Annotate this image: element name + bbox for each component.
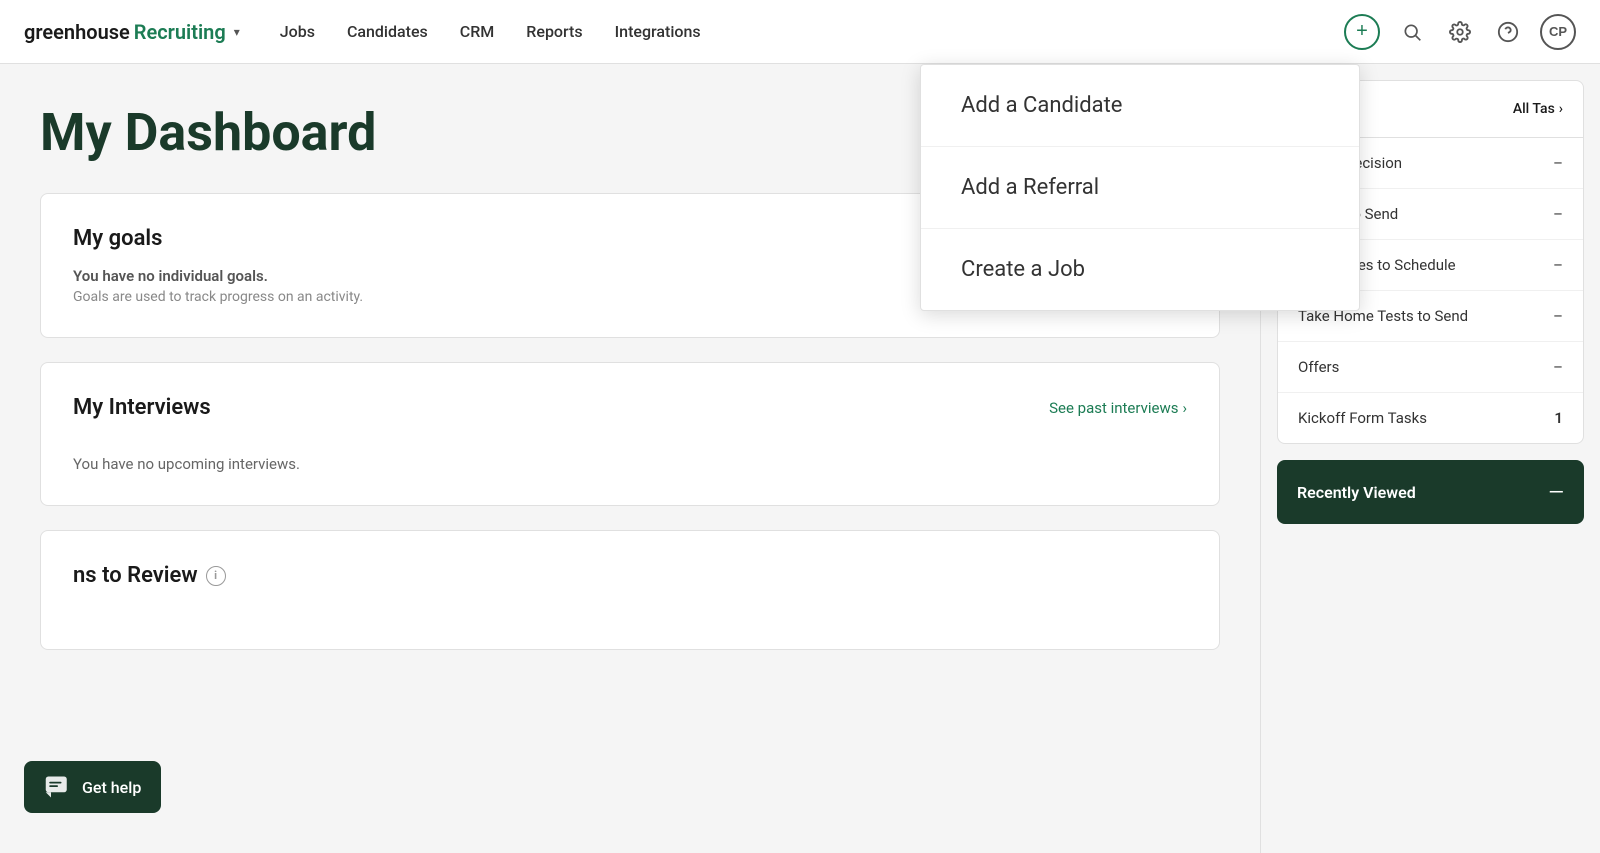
dropdown-create-job[interactable]: Create a Job — [921, 229, 1359, 310]
chat-icon — [44, 773, 72, 801]
dropdown-menu: Add a Candidate Add a Referral Create a … — [920, 64, 1360, 311]
get-help-label: Get help — [82, 778, 141, 797]
dropdown-add-referral[interactable]: Add a Referral — [921, 147, 1359, 229]
dropdown-add-candidate[interactable]: Add a Candidate — [921, 65, 1359, 147]
get-help-button[interactable]: Get help — [24, 761, 161, 813]
dropdown-overlay[interactable] — [0, 0, 1600, 853]
